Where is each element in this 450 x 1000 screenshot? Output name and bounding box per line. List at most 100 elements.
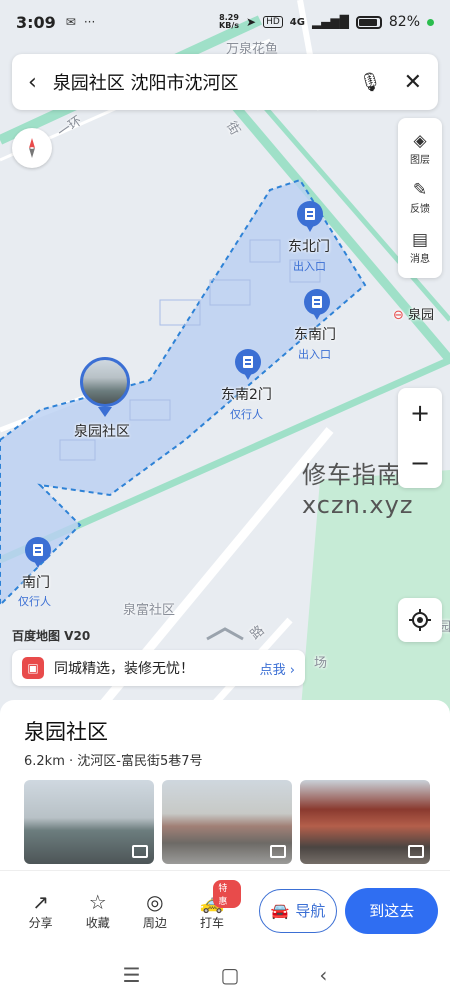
microphone-icon[interactable]: 🎙: [359, 72, 382, 93]
watermark: 修车指南 xczn.xyz: [302, 460, 413, 520]
go-here-button[interactable]: 到这去: [345, 887, 439, 934]
home-icon[interactable]: ▢: [221, 963, 240, 987]
share-icon: ↗: [32, 890, 49, 914]
station-label[interactable]: ⊖ 泉园: [393, 304, 434, 323]
gate-pin-icon[interactable]: [234, 348, 262, 382]
search-query[interactable]: 泉园社区 沈阳市沈河区: [53, 69, 359, 95]
system-nav-bar: ☰ ▢ ‹: [0, 950, 450, 1000]
locate-icon: [409, 609, 431, 631]
mail-icon: ✉: [65, 15, 76, 29]
plaza-label: 场: [314, 656, 328, 671]
watermark-line2: xczn.xyz: [302, 491, 414, 519]
community-thumbnail: [80, 357, 130, 407]
layers-icon: ◈: [413, 131, 427, 152]
back-arrow-icon[interactable]: ‹: [28, 70, 37, 95]
gate-ne-sub: 出入口: [293, 260, 326, 273]
compass-icon: ◎: [146, 890, 164, 914]
map-view[interactable]: ‹ 泉园社区 沈阳市沈河区 🎙 ✕ ◈ 图层 ✎ 反馈 ▤ 消息 + − 万泉花…: [0, 0, 450, 720]
promo-banner[interactable]: ▣ 同城精选，装修无忧！ 点我 ›: [12, 650, 305, 686]
metro-icon: ⊖: [393, 308, 404, 323]
gate-se-label[interactable]: 东南门: [294, 324, 336, 344]
place-address: 6.2km · 沈河区-富民街5巷7号: [24, 750, 203, 769]
zoom-control: + −: [398, 388, 442, 488]
status-time: 3:09: [16, 12, 56, 32]
more-dots-icon: ···: [83, 15, 96, 29]
search-bar[interactable]: ‹ 泉园社区 沈阳市沈河区 🎙 ✕: [12, 54, 438, 110]
navigate-button[interactable]: 🚘 导航: [258, 888, 338, 933]
address-separator: ·: [69, 754, 74, 769]
quanfu-label: 泉富社区: [123, 603, 176, 618]
map-tools-panel: ◈ 图层 ✎ 反馈 ▤ 消息: [398, 118, 442, 278]
gate-se-sub: 出入口: [298, 348, 331, 361]
message-label: 消息: [410, 253, 430, 265]
privacy-dot: [427, 18, 434, 26]
layers-label: 图层: [410, 155, 430, 167]
message-button[interactable]: ▤ 消息: [410, 230, 430, 265]
gate-se2-label[interactable]: 东南2门: [221, 384, 272, 404]
place-address-text: 沈河区-富民街5巷7号: [77, 754, 203, 769]
feedback-label: 反馈: [410, 204, 430, 216]
gate-s-sub: 仅行人: [18, 595, 51, 608]
promo-icon: ▣: [22, 657, 44, 679]
signal-bars-icon: ▂▄▆█: [311, 15, 349, 29]
compass-icon[interactable]: [12, 128, 52, 168]
locate-button[interactable]: [398, 598, 442, 642]
taxi-button[interactable]: 特惠 🚕 打车: [183, 880, 241, 931]
brand-logo: 百度地图 V20: [12, 629, 91, 643]
nearby-button[interactable]: ◎ 周边: [126, 890, 183, 931]
zoom-out-button[interactable]: −: [410, 449, 430, 477]
signal-4g: 4G: [289, 16, 305, 28]
taxi-label: 打车: [199, 916, 224, 930]
image-icon: [408, 845, 424, 858]
nearby-label: 周边: [142, 916, 167, 930]
place-distance: 6.2km: [24, 754, 65, 769]
photo-strip: [24, 780, 430, 864]
car-icon: 🚘: [270, 901, 290, 920]
zoom-in-button[interactable]: +: [410, 399, 430, 427]
place-photo[interactable]: [300, 780, 430, 864]
place-title: 泉园社区: [24, 720, 108, 744]
watermark-line1: 修车指南: [302, 461, 402, 489]
favorite-button[interactable]: ☆ 收藏: [69, 890, 126, 931]
place-photo[interactable]: [24, 780, 154, 864]
back-icon[interactable]: ‹: [319, 963, 327, 987]
community-photo-pin[interactable]: [80, 357, 130, 419]
pin-tail-icon: [98, 407, 112, 417]
place-photo[interactable]: [162, 780, 292, 864]
direction-marker-icon: [206, 627, 244, 641]
battery-percent: 82%: [388, 14, 420, 30]
gate-ne-label[interactable]: 东北门: [288, 236, 330, 256]
action-toolbar: ↗ 分享 ☆ 收藏 ◎ 周边 特惠 🚕 打车 🚘 导航 到这去: [0, 870, 450, 950]
image-icon: [270, 845, 286, 858]
menu-icon[interactable]: ☰: [123, 963, 141, 987]
promo-text: 同城精选，装修无忧！: [54, 661, 194, 677]
community-label[interactable]: 泉园社区: [74, 421, 130, 441]
location-arrow-icon: ➤: [246, 15, 257, 29]
gate-s-label[interactable]: 南门: [22, 572, 50, 592]
promo-action[interactable]: 点我 ›: [260, 659, 295, 678]
status-bar: 3:09 ✉ ··· 8.29 KB/s ➤ HD 4G ▂▄▆█ 82%: [0, 0, 450, 44]
notification-icons: ✉ ···: [66, 15, 96, 29]
layers-button[interactable]: ◈ 图层: [410, 131, 430, 166]
battery-icon: [355, 15, 382, 29]
gate-pin-icon[interactable]: [24, 536, 52, 570]
feedback-button[interactable]: ✎ 反馈: [410, 180, 430, 215]
gate-pin-icon[interactable]: [303, 288, 331, 322]
star-icon: ☆: [88, 890, 107, 914]
message-icon: ▤: [411, 229, 429, 250]
share-label: 分享: [28, 916, 53, 930]
status-right: 8.29 KB/s ➤ HD 4G ▂▄▆█ 82%: [219, 14, 434, 30]
feedback-icon: ✎: [412, 180, 428, 201]
go-here-label: 到这去: [369, 902, 415, 920]
image-icon: [132, 845, 148, 858]
share-button[interactable]: ↗ 分享: [12, 890, 69, 931]
gate-pin-icon[interactable]: [296, 200, 324, 234]
gate-se2-sub: 仅行人: [230, 408, 263, 421]
favorite-label: 收藏: [85, 916, 110, 930]
navigate-label: 导航: [295, 902, 326, 920]
taxi-badge: 特惠: [213, 880, 241, 908]
close-icon[interactable]: ✕: [404, 70, 422, 95]
hd-icon: HD: [263, 16, 283, 28]
compass-needle-icon: [29, 138, 35, 158]
net-speed: 8.29 KB/s: [219, 13, 240, 30]
